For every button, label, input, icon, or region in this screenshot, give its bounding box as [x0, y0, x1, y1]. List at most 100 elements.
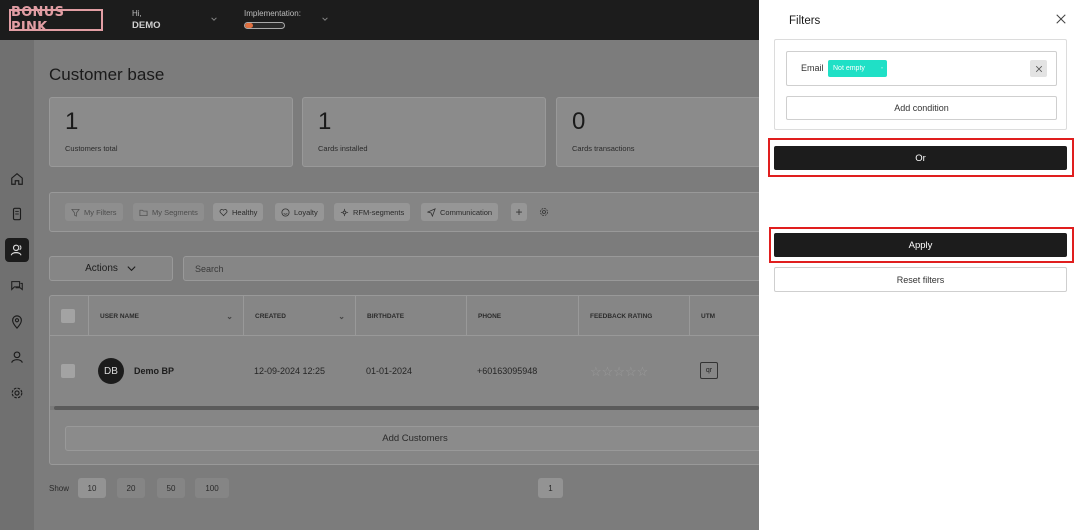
search-input[interactable]: Search — [183, 256, 761, 281]
column-label: BIRTHDATE — [367, 312, 405, 320]
add-condition-button[interactable]: Add condition — [786, 96, 1057, 120]
chip-label: My Segments — [152, 207, 198, 217]
chip-my-segments[interactable]: My Segments — [133, 203, 204, 221]
smile-icon — [281, 207, 290, 217]
stat-label: Cards installed — [318, 144, 368, 153]
page-title: Customer base — [49, 65, 165, 84]
created-cell: 12-09-2024 12:25 — [254, 366, 326, 376]
page-size-100[interactable]: 100 — [195, 478, 229, 498]
chip-communication[interactable]: Communication — [421, 203, 499, 221]
chip-label: RFM-segments — [353, 207, 405, 217]
condition-operator-tag[interactable]: Not empty ˳ — [828, 60, 887, 77]
column-label: UTM — [701, 312, 716, 320]
horizontal-scrollbar[interactable] — [50, 406, 760, 410]
chevron-down-icon — [127, 266, 136, 272]
chip-healthy[interactable]: Healthy — [213, 203, 264, 221]
condition-group: Email Not empty ˳ Add condition — [774, 39, 1067, 130]
scrollbar-thumb[interactable] — [54, 406, 759, 410]
filters-panel: Filters Email Not empty ˳ Add condition … — [759, 0, 1080, 530]
home-icon[interactable] — [5, 167, 29, 191]
stat-customers-total: 1 Customers total — [49, 97, 293, 167]
utm-badge: qr — [700, 362, 718, 379]
page-size-50[interactable]: 50 — [157, 478, 185, 498]
condition-operator: Not empty — [833, 65, 865, 72]
stat-label: Customers total — [65, 144, 118, 153]
condition-field: Email — [801, 63, 824, 73]
chevron-down-icon[interactable] — [320, 14, 330, 24]
customers-icon[interactable] — [5, 238, 29, 262]
phone-cell: +60163095948 — [477, 366, 538, 376]
chat-icon[interactable] — [5, 274, 29, 298]
implementation-progress-fill — [245, 23, 253, 28]
table-row[interactable]: DB Demo BP 12-09-2024 12:25 01-01-2024 +… — [50, 336, 760, 406]
mobile-card-icon[interactable] — [5, 202, 29, 226]
customers-table: USER NAME ⌄ CREATED ⌄ BIRTHDATE PHONE FE… — [49, 295, 761, 465]
chip-rfm-segments[interactable]: RFM-segments — [334, 203, 411, 221]
select-all-checkbox[interactable] — [61, 309, 75, 323]
birthdate-cell: 01-01-2024 — [366, 366, 413, 376]
chip-my-filters[interactable]: My Filters — [65, 203, 123, 221]
folder-icon — [139, 209, 148, 216]
filter-condition[interactable]: Email Not empty ˳ — [786, 51, 1057, 86]
rfm-icon — [340, 208, 349, 216]
close-icon — [1035, 65, 1042, 72]
column-header-created[interactable]: CREATED ⌄ — [243, 296, 355, 336]
logo[interactable]: BONUS PINK — [9, 5, 103, 35]
column-label: FEEDBACK RATING — [590, 312, 653, 320]
customer-name[interactable]: Demo BP — [134, 366, 174, 376]
table-header: USER NAME ⌄ CREATED ⌄ BIRTHDATE PHONE FE… — [50, 296, 760, 336]
row-checkbox[interactable] — [61, 364, 75, 378]
location-icon[interactable] — [5, 310, 29, 334]
column-label: CREATED — [255, 312, 286, 320]
or-button[interactable]: Or — [774, 146, 1067, 170]
column-header-birthdate[interactable]: BIRTHDATE — [355, 296, 466, 336]
column-header-phone[interactable]: PHONE — [466, 296, 578, 336]
stat-value: 0 — [572, 108, 586, 135]
gear-icon[interactable] — [537, 205, 551, 219]
chevron-down-icon[interactable]: ⌄ — [338, 312, 345, 321]
filter-icon — [71, 208, 80, 217]
stat-cards-installed: 1 Cards installed — [302, 97, 546, 167]
resize-handle-icon: ˳ — [881, 63, 883, 69]
add-customers-button[interactable]: Add Customers — [65, 426, 760, 451]
user-name[interactable]: DEMO — [132, 20, 161, 31]
search-placeholder: Search — [195, 263, 224, 274]
greeting: Hi, — [132, 9, 142, 18]
feedback-rating-stars: ☆☆☆☆☆ — [590, 364, 649, 379]
stat-value: 1 — [65, 108, 79, 135]
implementation-progress — [244, 22, 285, 29]
stat-value: 1 — [318, 108, 332, 135]
sidebar — [0, 40, 34, 530]
heart-icon — [219, 208, 228, 216]
page-number-current[interactable]: 1 — [538, 478, 563, 498]
remove-condition-button[interactable] — [1030, 60, 1047, 77]
chevron-down-icon[interactable] — [209, 14, 219, 24]
send-icon — [427, 207, 436, 217]
column-header-user-name[interactable]: USER NAME ⌄ — [88, 296, 243, 336]
reset-filters-button[interactable]: Reset filters — [774, 267, 1067, 292]
filters-title: Filters — [789, 15, 821, 27]
actions-dropdown[interactable]: Actions — [49, 256, 173, 281]
apply-button[interactable]: Apply — [774, 233, 1067, 257]
page-size-20[interactable]: 20 — [117, 478, 145, 498]
stat-cards-transactions: 0 Cards transactions — [556, 97, 761, 167]
actions-label: Actions — [85, 263, 118, 274]
close-icon[interactable] — [1055, 12, 1069, 26]
add-segment-button[interactable]: + — [511, 203, 527, 221]
segment-filter-bar: My Filters My Segments Healthy Loyalty R… — [49, 192, 761, 232]
chip-label: Communication — [440, 207, 493, 217]
page-size-label: Show — [49, 484, 70, 493]
implementation-label: Implementation: — [244, 9, 301, 18]
avatar: DB — [98, 358, 124, 384]
chip-loyalty[interactable]: Loyalty — [275, 203, 324, 221]
user-icon[interactable] — [5, 345, 29, 369]
page-size-10[interactable]: 10 — [78, 478, 106, 498]
chip-label: Healthy — [232, 207, 258, 217]
stat-label: Cards transactions — [572, 144, 635, 153]
column-header-utm[interactable]: UTM — [689, 296, 760, 336]
chevron-down-icon[interactable]: ⌄ — [226, 312, 233, 321]
column-header-feedback-rating[interactable]: FEEDBACK RATING — [578, 296, 689, 336]
settings-icon[interactable] — [5, 381, 29, 405]
column-label: USER NAME — [100, 312, 140, 320]
chip-label: My Filters — [84, 207, 117, 217]
